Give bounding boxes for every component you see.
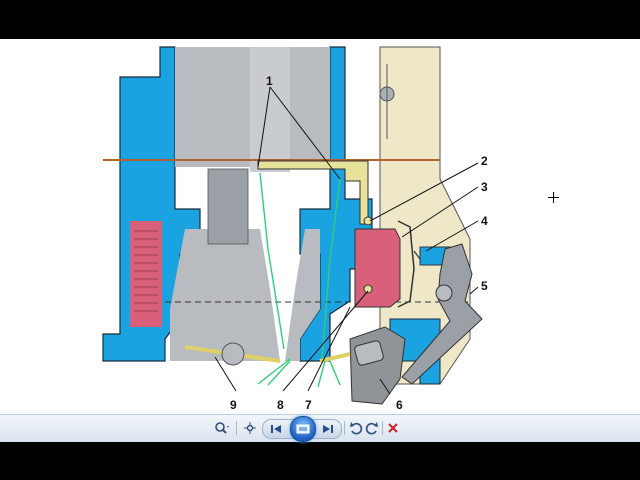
throttle-shaft [221, 342, 245, 366]
slideshow-icon[interactable] [290, 416, 316, 442]
barrel-left [175, 47, 250, 167]
throttle-cam [349, 326, 406, 405]
toolbar-separator [344, 421, 345, 435]
image-viewer-canvas: 1 2 3 4 5 6 7 8 9 [0, 39, 640, 441]
callout-5: 5 [481, 279, 488, 293]
previous-icon[interactable] [269, 421, 283, 437]
carburetor-diagram: 1 2 3 4 5 6 7 8 9 [102, 46, 488, 412]
viewer-toolbar [0, 414, 640, 442]
zoom-icon[interactable] [212, 420, 232, 436]
nozzle-block [207, 168, 249, 245]
callout-4: 4 [481, 214, 488, 228]
crosshair-cursor [548, 192, 559, 203]
venturi-left [170, 229, 280, 361]
fit-to-window-icon[interactable] [242, 420, 258, 436]
toolbar-separator [382, 421, 383, 435]
callout-2: 2 [481, 154, 488, 168]
rotate-left-icon[interactable] [348, 420, 364, 436]
toolbar-separator [236, 421, 237, 435]
valve-8 [363, 284, 373, 294]
callout-3: 3 [481, 180, 488, 194]
rotate-right-icon[interactable] [364, 420, 380, 436]
callout-6: 6 [396, 398, 403, 412]
callout-1: 1 [266, 74, 273, 88]
next-icon[interactable] [321, 421, 335, 437]
pump-chamber [354, 228, 401, 308]
callout-9: 9 [230, 398, 237, 412]
callout-8: 8 [277, 398, 284, 412]
barrel-right [290, 47, 330, 167]
callout-7: 7 [305, 398, 312, 412]
delete-icon[interactable] [386, 420, 400, 436]
lever-pivot [435, 284, 453, 302]
barrel-mid [250, 47, 290, 172]
